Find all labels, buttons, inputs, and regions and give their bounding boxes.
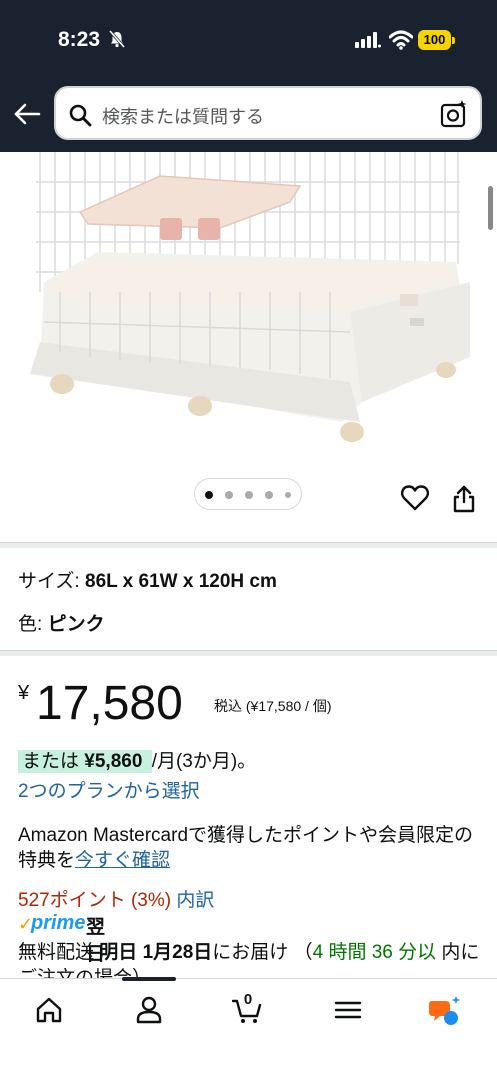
pagination-dot-3[interactable] xyxy=(245,491,253,499)
open-paren: （ xyxy=(293,942,313,963)
search-placeholder: 検索または質問する xyxy=(102,107,264,127)
size-spec[interactable]: サイズ: 86L x 61W x 120H cm xyxy=(18,566,277,593)
promo-check-now-link[interactable]: 今すぐ確認 xyxy=(75,850,170,871)
wifi-icon xyxy=(389,30,413,50)
delivery-text: にお届け xyxy=(212,942,289,963)
cellular-signal-icon xyxy=(355,32,381,48)
pagination-dot-1[interactable] xyxy=(205,491,213,499)
prime-logo: prime xyxy=(31,912,86,934)
size-label: サイズ: xyxy=(18,571,80,592)
search-header: 検索または質問する xyxy=(0,80,497,152)
installment-amount: ¥5,860 xyxy=(84,751,143,772)
price-tax-note: 税込 (¥17,580 / 個) xyxy=(214,698,332,714)
section-divider xyxy=(0,650,497,656)
battery-tip xyxy=(452,37,455,44)
delivery-countdown: 4 時間 36 分以 xyxy=(312,942,437,963)
pagination-dot-2[interactable] xyxy=(225,491,233,499)
pagination-dot-5[interactable] xyxy=(285,492,291,498)
bottom-nav: 0 xyxy=(0,977,497,1080)
price-amount: 17,580 xyxy=(36,677,183,730)
menu-icon[interactable] xyxy=(333,995,363,1025)
installment-offer: または ¥5,860 /月(3か月)。 xyxy=(18,746,256,773)
size-value: 86L x 61W x 120H cm xyxy=(85,571,277,592)
cart-count: 0 xyxy=(243,991,253,1008)
status-time: 8:23 xyxy=(58,28,101,51)
bell-muted-icon xyxy=(108,30,126,48)
search-input[interactable]: 検索または質問する xyxy=(54,86,482,140)
search-icon xyxy=(69,104,92,127)
camera-sparkle-icon[interactable] xyxy=(440,100,468,128)
rufus-assistant-icon[interactable] xyxy=(428,995,462,1027)
currency-symbol: ¥ xyxy=(18,682,30,704)
free-shipping: 無料配送 xyxy=(18,942,95,963)
color-spec[interactable]: 色: ピンク xyxy=(18,609,105,636)
status-bar: 8:23 100 xyxy=(0,0,497,80)
mastercard-promo: Amazon Mastercardで獲得したポイントや会員限定の特典を今すぐ確認 xyxy=(18,823,483,873)
color-value: ピンク xyxy=(47,614,105,635)
home-icon[interactable] xyxy=(34,995,64,1025)
color-label: 色: xyxy=(18,614,43,635)
delivery-date: 明日 1月28日 xyxy=(99,942,213,963)
scrollbar-thumb[interactable] xyxy=(488,186,493,230)
battery-level: 100 xyxy=(418,30,451,50)
plan-select-link[interactable]: 2つのプランから選択 xyxy=(18,776,200,803)
section-divider xyxy=(0,542,497,548)
points-breakdown-link[interactable]: 内訳 xyxy=(176,890,214,911)
heart-icon[interactable] xyxy=(401,485,429,511)
back-arrow-icon[interactable] xyxy=(12,99,42,129)
installment-suffix: /月(3か月)。 xyxy=(151,751,257,772)
battery-indicator: 100 xyxy=(418,30,455,50)
points-row: 527ポイント (3%) 内訳 xyxy=(18,885,214,912)
pagination-dot-4[interactable] xyxy=(265,491,273,499)
share-icon[interactable] xyxy=(452,485,476,513)
points-value: 527ポイント (3%) xyxy=(18,890,172,911)
cart-button[interactable]: 0 xyxy=(231,991,262,1025)
image-pagination[interactable] xyxy=(194,478,302,510)
installment-prefix: または xyxy=(22,751,80,772)
nav-active-indicator xyxy=(122,977,176,981)
installment-badge: または ¥5,860 xyxy=(18,750,152,773)
profile-icon[interactable] xyxy=(134,995,164,1025)
